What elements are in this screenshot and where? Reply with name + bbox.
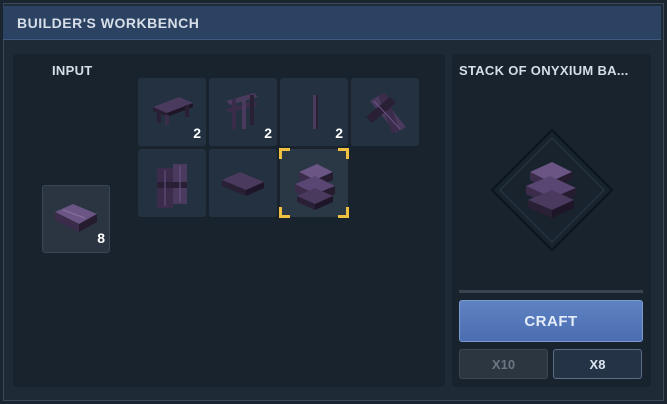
window-title: BUILDER'S WORKBENCH [17,15,200,31]
onyxium-bar-icon [222,172,264,196]
input-label: INPUT [52,63,93,78]
quantity-x10-button[interactable]: X10 [459,349,548,379]
title-bar: BUILDER'S WORKBENCH [3,6,661,40]
quantity-x8-button[interactable]: X8 [553,349,642,379]
input-count: 8 [97,230,105,246]
onyxium-bench-icon [153,97,193,125]
onyxium-door-icon [157,164,187,208]
output-preview [490,128,614,252]
selection-corner [279,207,290,218]
input-slot[interactable]: 8 [42,185,110,253]
selection-corner [338,148,349,159]
recipe-count: 2 [193,125,201,141]
recipe-slot-bar[interactable] [209,149,277,217]
recipe-slot-stack-of-bars[interactable] [279,148,349,218]
recipe-slot-fence[interactable]: 2 [209,78,277,146]
recipe-slot-beam-cross[interactable] [351,78,419,146]
recipe-slot-door[interactable] [138,149,206,217]
selection-corner [338,207,349,218]
stack-of-onyxium-bars-icon [295,164,335,210]
output-item-title: STACK OF ONYXIUM BA... [459,63,629,78]
onyxium-fence-icon [226,93,258,129]
craft-button[interactable]: CRAFT [459,300,643,342]
diamond-frame-icon [490,128,614,252]
onyxium-beam-cross-icon [366,93,406,133]
onyxium-bar-icon [55,204,97,232]
selection-corner [279,148,290,159]
recipe-slot-post[interactable]: 2 [280,78,348,146]
recipe-count: 2 [335,125,343,141]
recipe-slot-bench[interactable]: 2 [138,78,206,146]
craft-progress-bar [459,290,643,293]
recipe-count: 2 [264,125,272,141]
onyxium-post-icon [313,95,318,129]
